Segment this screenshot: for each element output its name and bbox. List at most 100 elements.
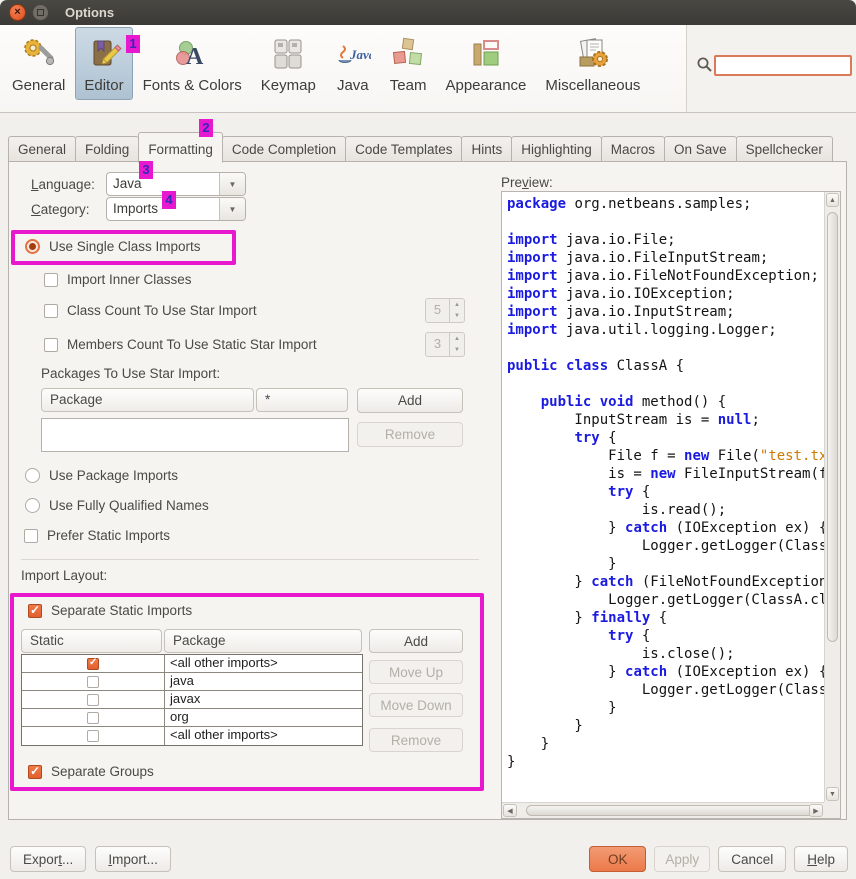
static-checkbox[interactable] — [87, 730, 99, 742]
members-count-spinner[interactable]: 3 ▲▼ — [425, 332, 465, 357]
tab-macros[interactable]: Macros — [601, 136, 665, 162]
tab-hints[interactable]: Hints — [461, 136, 512, 162]
horizontal-scrollbar[interactable]: ◀ ▶ — [502, 802, 824, 818]
tab-highlighting[interactable]: Highlighting — [511, 136, 602, 162]
tab-spellchecker[interactable]: Spellchecker — [736, 136, 833, 162]
help-button[interactable]: Help — [794, 846, 848, 872]
restore-button[interactable] — [32, 4, 49, 21]
static-checkbox[interactable] — [87, 712, 99, 724]
package-cell[interactable]: java — [164, 673, 362, 690]
vertical-scroll-thumb[interactable] — [827, 212, 838, 642]
table-row[interactable]: org — [22, 709, 362, 727]
toolbar-button-fonts-colors[interactable]: A Fonts & Colors — [134, 27, 251, 100]
prefer-static-imports-option[interactable]: Prefer Static Imports — [24, 528, 170, 543]
import-layout-table[interactable]: <all other imports>javajavaxorg<all othe… — [21, 654, 363, 746]
use-fully-qualified-option[interactable]: Use Fully Qualified Names — [25, 498, 209, 513]
ok-button[interactable]: OK — [589, 846, 646, 872]
separate-groups-option[interactable]: Separate Groups — [28, 764, 154, 779]
tab-on-save[interactable]: On Save — [664, 136, 737, 162]
radio-selected[interactable] — [25, 239, 40, 254]
use-single-class-imports-option[interactable]: Use Single Class Imports — [25, 239, 201, 254]
code-editor[interactable]: package org.netbeans.samples; import jav… — [502, 192, 824, 802]
table-row[interactable]: java — [22, 673, 362, 691]
cancel-button[interactable]: Cancel — [718, 846, 786, 872]
pkg-column-header-package[interactable]: Package — [41, 388, 254, 412]
layout-column-header-package[interactable]: Package — [164, 629, 362, 653]
toolbar-label: Editor — [84, 77, 123, 94]
pkg-table-body[interactable] — [41, 418, 349, 452]
checkbox[interactable] — [44, 338, 58, 352]
checkbox-checked[interactable] — [28, 765, 42, 779]
checkbox[interactable] — [44, 273, 58, 287]
scroll-right-icon[interactable]: ▶ — [809, 804, 823, 817]
class-count-spinner[interactable]: 5 ▲▼ — [425, 298, 465, 323]
packages-star-import-label: Packages To Use Star Import: — [41, 366, 220, 381]
radio[interactable] — [25, 468, 40, 483]
table-row[interactable]: javax — [22, 691, 362, 709]
apply-button[interactable]: Apply — [654, 846, 710, 872]
package-cell[interactable]: <all other imports> — [164, 727, 362, 745]
language-combobox[interactable]: Java ▼ — [106, 172, 246, 196]
static-checkbox-checked[interactable] — [87, 658, 99, 670]
tab-general[interactable]: General — [8, 136, 76, 162]
scroll-down-icon[interactable]: ▼ — [826, 787, 839, 801]
checkbox[interactable] — [44, 304, 58, 318]
members-count-option[interactable]: Members Count To Use Static Star Import — [44, 337, 317, 352]
layout-add-button[interactable]: Add — [369, 629, 463, 653]
layout-move-down-button[interactable]: Move Down — [369, 693, 463, 717]
scroll-up-icon[interactable]: ▲ — [826, 193, 839, 207]
tab-code-templates[interactable]: Code Templates — [345, 136, 462, 162]
class-count-option[interactable]: Class Count To Use Star Import — [44, 303, 257, 318]
close-button[interactable]: × — [9, 4, 26, 21]
checkbox[interactable] — [24, 529, 38, 543]
tab-folding[interactable]: Folding — [75, 136, 139, 162]
separate-static-imports-option[interactable]: Separate Static Imports — [28, 603, 192, 618]
spinner-up-icon[interactable]: ▲ — [450, 333, 464, 345]
tab-code-completion[interactable]: Code Completion — [222, 136, 346, 162]
table-row[interactable]: <all other imports> — [22, 655, 362, 673]
toolbar-button-keymap[interactable]: Keymap — [252, 27, 325, 100]
toolbar-button-editor[interactable]: Editor — [75, 27, 132, 100]
package-cell[interactable]: javax — [164, 691, 362, 708]
appearance-icon — [468, 36, 504, 72]
import-button[interactable]: Import... — [95, 846, 171, 872]
layout-remove-button[interactable]: Remove — [369, 728, 463, 752]
radio[interactable] — [25, 498, 40, 513]
checkbox-checked[interactable] — [28, 604, 42, 618]
package-cell[interactable]: <all other imports> — [164, 655, 362, 672]
category-combobox[interactable]: Imports ▼ — [106, 197, 246, 221]
toolbar-button-general[interactable]: General — [3, 27, 74, 100]
use-package-imports-option[interactable]: Use Package Imports — [25, 468, 178, 483]
spinner-up-icon[interactable]: ▲ — [450, 299, 464, 311]
horizontal-scroll-thumb[interactable] — [526, 805, 816, 816]
pkg-remove-button[interactable]: Remove — [357, 422, 463, 447]
toolbar-label: Keymap — [261, 77, 316, 94]
titlebar: × Options — [0, 0, 856, 25]
scroll-left-icon[interactable]: ◀ — [503, 804, 517, 817]
toolbar-button-miscellaneous[interactable]: Miscellaneous — [536, 27, 649, 100]
preview-label: Preview: — [501, 175, 553, 190]
toolbar-button-java[interactable]: Java Java — [326, 27, 380, 100]
export-button[interactable]: Export... — [10, 846, 86, 872]
pkg-add-button[interactable]: Add — [357, 388, 463, 413]
chevron-down-icon[interactable]: ▼ — [219, 173, 245, 195]
pkg-column-header-star[interactable]: * — [256, 388, 348, 412]
static-checkbox[interactable] — [87, 676, 99, 688]
chevron-down-icon[interactable]: ▼ — [219, 198, 245, 220]
static-checkbox[interactable] — [87, 694, 99, 706]
footer-right: OK Apply Cancel Help — [589, 846, 848, 872]
spinner-down-icon[interactable]: ▼ — [450, 311, 464, 323]
language-label: Language: — [31, 177, 95, 192]
layout-move-up-button[interactable]: Move Up — [369, 660, 463, 684]
import-inner-classes-option[interactable]: Import Inner Classes — [44, 272, 192, 287]
layout-column-header-static[interactable]: Static — [21, 629, 162, 653]
vertical-scrollbar[interactable]: ▲ ▼ — [824, 192, 840, 802]
search-input[interactable] — [714, 55, 852, 76]
toolbar-button-appearance[interactable]: Appearance — [436, 27, 535, 100]
table-row[interactable]: <all other imports> — [22, 727, 362, 745]
search-icon — [696, 56, 713, 73]
spinner-down-icon[interactable]: ▼ — [450, 345, 464, 357]
toolbar-button-team[interactable]: Team — [381, 27, 436, 100]
toolbar-label: Miscellaneous — [545, 77, 640, 94]
package-cell[interactable]: org — [164, 709, 362, 726]
